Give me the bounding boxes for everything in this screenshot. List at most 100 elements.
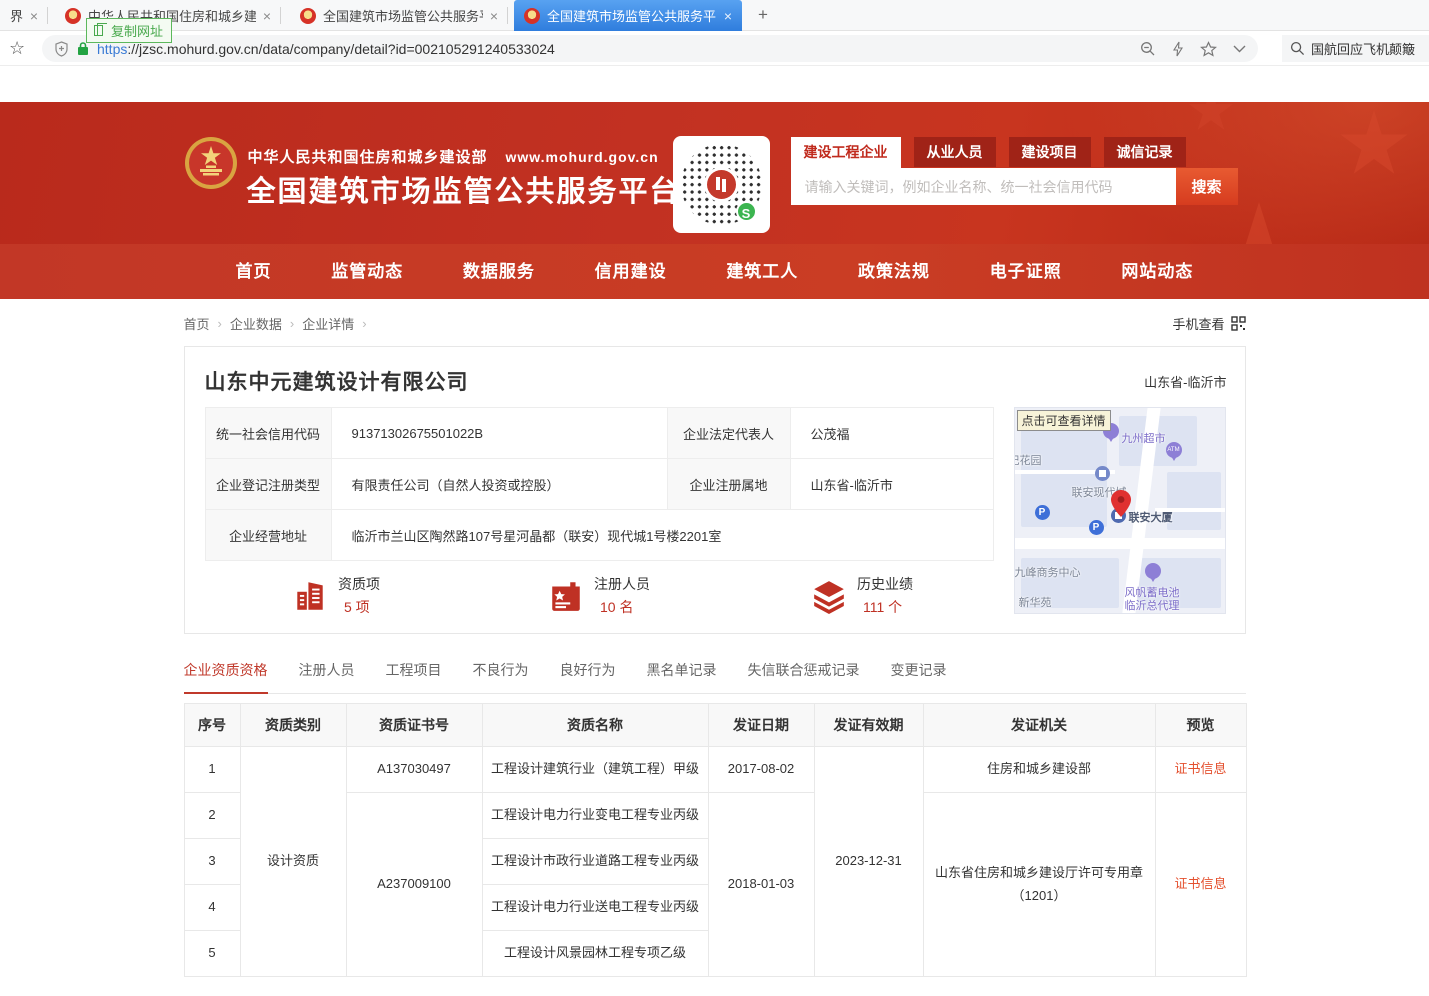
red-location-marker-icon	[1111, 490, 1131, 517]
building-icon	[292, 578, 328, 614]
nav-item-credit[interactable]: 信用建设	[595, 244, 667, 299]
copy-url-tooltip-text: 复制网址	[111, 24, 163, 39]
tab-qualifications[interactable]: 企业资质资格	[184, 660, 268, 693]
breadcrumb-company-data[interactable]: 企业数据	[230, 314, 282, 333]
nav-item-workers[interactable]: 建筑工人	[726, 244, 798, 299]
chevron-right-icon	[362, 316, 366, 331]
page: 界 × 中华人民共和国住房和城乡建设 × 全国建筑市场监管公共服务平台 × 全国…	[0, 0, 1429, 996]
browser-tab-jzsc[interactable]: 全国建筑市场监管公共服务平台 ×	[290, 0, 508, 31]
close-icon[interactable]: ×	[30, 9, 38, 23]
stat-label: 资质项	[338, 574, 380, 594]
stat-value: 111 个	[857, 597, 913, 617]
tab-change-records[interactable]: 变更记录	[891, 660, 947, 693]
qualification-table: 序号 资质类别 资质证书号 资质名称 发证日期 发证有效期 发证机关 预览 1 …	[184, 703, 1247, 977]
cell-no: 3	[184, 839, 240, 885]
qr-center-logo	[704, 167, 739, 202]
table-row: 1 设计资质 A137030497 工程设计建筑行业（建筑工程）甲级 2017-…	[184, 747, 1246, 793]
quick-search-box[interactable]: 国航回应飞机颠簸	[1282, 35, 1429, 62]
parking-pin-icon: P	[1089, 520, 1104, 535]
breadcrumb: 首页 企业数据 企业详情 手机查看	[184, 314, 1246, 333]
info-label: 企业登记注册类型	[205, 459, 331, 510]
search-category-tabs: 建设工程企业 从业人员 建设项目 诚信记录	[791, 137, 1238, 168]
browser-tab-active[interactable]: 全国建筑市场监管公共服务平台 ×	[514, 0, 742, 31]
new-tab-button[interactable]: +	[751, 5, 775, 26]
cell-name: 工程设计电力行业送电工程专业丙级	[482, 885, 708, 931]
lightning-icon[interactable]	[1172, 41, 1184, 57]
site-header: 中华人民共和国住房和城乡建设部 www.mohurd.gov.cn 全国建筑市场…	[0, 102, 1429, 244]
nav-item-elicense[interactable]: 电子证照	[990, 244, 1062, 299]
stat-registered-personnel[interactable]: 注册人员 10 名	[468, 574, 731, 617]
atm-pin-icon: ATM	[1166, 442, 1182, 458]
browser-address-bar: https://jzsc.mohurd.gov.cn/data/company/…	[0, 31, 1429, 66]
shield-icon[interactable]	[54, 41, 69, 57]
url-field[interactable]: https://jzsc.mohurd.gov.cn/data/company/…	[42, 35, 1258, 62]
certificate-info-link[interactable]: 证书信息	[1174, 761, 1226, 776]
tab-favicon-emblem-icon	[524, 8, 540, 24]
tab-blacklist[interactable]: 黑名单记录	[647, 660, 717, 693]
keyword-search-input[interactable]	[791, 168, 1176, 205]
stat-label: 注册人员	[594, 574, 650, 594]
tab-dishonesty[interactable]: 失信联合惩戒记录	[748, 660, 860, 693]
ministry-name: 中华人民共和国住房和城乡建设部	[248, 146, 488, 167]
search-tab-project[interactable]: 建设项目	[1009, 137, 1091, 167]
close-icon[interactable]: ×	[724, 9, 732, 23]
search-tab-personnel[interactable]: 从业人员	[914, 137, 996, 167]
tab-title: 全国建筑市场监管公共服务平台	[547, 6, 717, 25]
company-info-table: 统一社会信用代码 91371302675501022B 企业法定代表人 公茂福 …	[205, 407, 994, 561]
browser-tab-partial[interactable]: 界 ×	[0, 0, 48, 31]
bookmark-star-icon[interactable]	[9, 38, 25, 59]
nav-item-supervision[interactable]: 监管动态	[331, 244, 403, 299]
company-card: 山东中元建筑设计有限公司 山东省-临沂市 统一社会信用代码 9137130267…	[184, 346, 1246, 634]
stat-qualifications[interactable]: 资质项 5 项	[205, 574, 468, 617]
nav-item-site-news[interactable]: 网站动态	[1121, 244, 1193, 299]
layers-icon	[811, 578, 847, 614]
tab-separator	[47, 7, 48, 24]
map-label-supermarket: 九州超市	[1122, 430, 1166, 446]
search-button[interactable]: 搜索	[1176, 168, 1238, 205]
map-label-garden: 记花园	[1014, 452, 1042, 468]
map-block	[1021, 422, 1107, 527]
map-label-lianan-tower: 联安大厦	[1129, 509, 1173, 525]
nav-item-policy[interactable]: 政策法规	[858, 244, 930, 299]
browser-tab-strip: 界 × 中华人民共和国住房和城乡建设 × 全国建筑市场监管公共服务平台 × 全国…	[0, 0, 1429, 31]
company-name: 山东中元建筑设计有限公司	[205, 366, 469, 396]
tab-separator	[507, 7, 508, 24]
mobile-view-link[interactable]: 手机查看	[1172, 314, 1245, 333]
stat-value: 10 名	[594, 597, 650, 617]
favorite-star-icon[interactable]	[1200, 41, 1217, 57]
close-icon[interactable]: ×	[490, 9, 498, 23]
search-tab-credit[interactable]: 诚信记录	[1104, 137, 1186, 167]
col-header-issue-date: 发证日期	[708, 704, 814, 747]
col-header-valid-until: 发证有效期	[814, 704, 923, 747]
cell-category: 设计资质	[240, 747, 346, 977]
info-label: 统一社会信用代码	[205, 408, 331, 459]
col-header-name: 资质名称	[482, 704, 708, 747]
info-label: 企业经营地址	[205, 510, 331, 561]
tab-registered-personnel[interactable]: 注册人员	[299, 660, 355, 693]
certificate-icon	[548, 578, 584, 614]
tab-bad-behavior[interactable]: 不良行为	[473, 660, 529, 693]
search-icon	[1290, 41, 1305, 56]
stat-historical-performance[interactable]: 历史业绩 111 个	[731, 574, 994, 617]
cell-authority: 山东省住房和城乡建设厅许可专用章（1201）	[923, 793, 1155, 977]
stat-value: 5 项	[338, 597, 380, 617]
tab-good-behavior[interactable]: 良好行为	[560, 660, 616, 693]
nav-item-home[interactable]: 首页	[236, 244, 272, 299]
certificate-info-link[interactable]: 证书信息	[1174, 876, 1226, 891]
info-label: 企业法定代表人	[667, 408, 790, 459]
zoom-out-icon[interactable]	[1140, 41, 1156, 57]
map-label-xinhua: 新华苑	[1019, 594, 1052, 610]
breadcrumb-company-detail[interactable]: 企业详情	[302, 314, 354, 333]
company-location-map[interactable]: 点击可查看详情 九州超市 ATM 记花园 联安现代城 联安大厦 P P 九峰	[1014, 407, 1226, 614]
breadcrumb-home[interactable]: 首页	[184, 314, 210, 333]
search-tab-enterprise[interactable]: 建设工程企业	[791, 137, 901, 168]
cell-authority: 住房和城乡建设部	[923, 747, 1155, 793]
secure-lock-icon	[77, 41, 89, 56]
cell-issue-date: 2018-01-03	[708, 793, 814, 977]
close-icon[interactable]: ×	[263, 9, 271, 23]
map-click-tooltip: 点击可查看详情	[1017, 410, 1111, 431]
chevron-down-icon[interactable]	[1233, 45, 1246, 53]
nav-item-data-service[interactable]: 数据服务	[463, 244, 535, 299]
tab-projects[interactable]: 工程项目	[386, 660, 442, 693]
col-header-authority: 发证机关	[923, 704, 1155, 747]
